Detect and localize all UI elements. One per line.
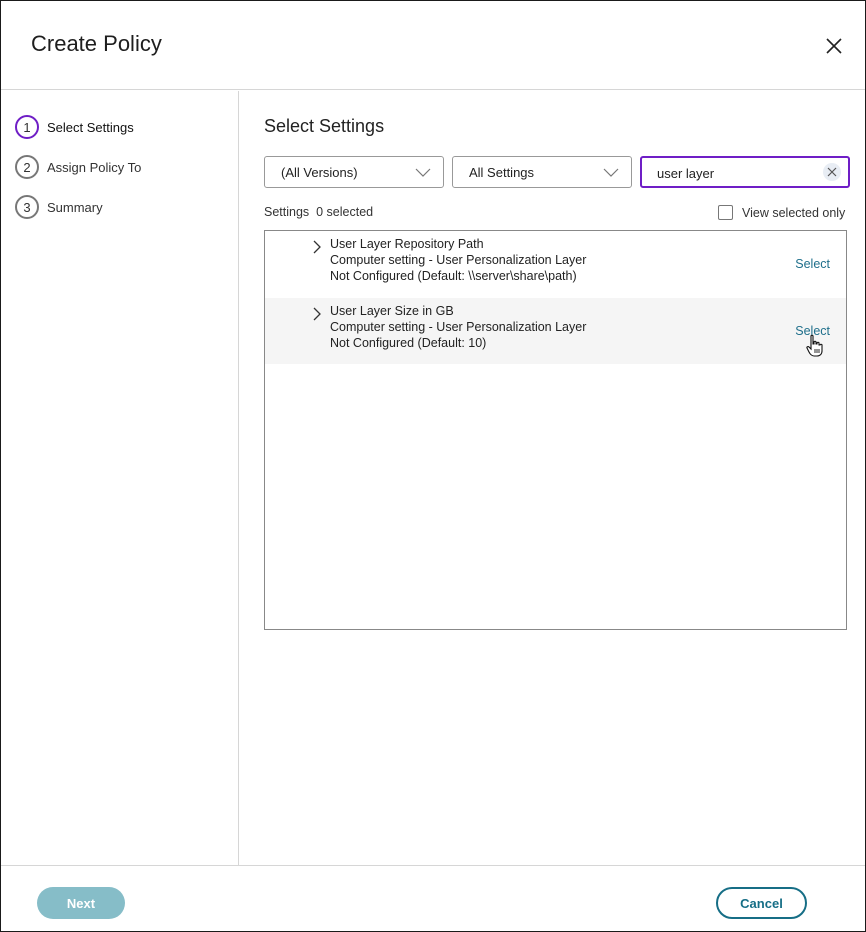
setting-name: User Layer Repository Path (330, 237, 484, 251)
step-label: Summary (47, 199, 103, 215)
cancel-button[interactable]: Cancel (716, 887, 807, 919)
next-button[interactable]: Next (37, 887, 125, 919)
step-number-badge: 1 (15, 115, 39, 139)
selected-count: 0 selected (316, 205, 374, 219)
version-filter-dropdown[interactable]: (All Versions) (264, 156, 444, 188)
search-field (640, 156, 850, 188)
wizard-steps: 1 Select Settings 2 Assign Policy To 3 S… (1, 91, 239, 865)
setting-category: Computer setting - User Personalization … (330, 320, 587, 334)
select-link[interactable]: Select (795, 257, 830, 271)
create-policy-dialog: Create Policy 1 Select Settings 2 Assign… (0, 0, 866, 932)
search-input[interactable] (657, 163, 817, 183)
step-assign-policy-to[interactable]: 2 Assign Policy To (15, 155, 141, 179)
close-icon[interactable] (823, 35, 845, 57)
setting-category: Computer setting - User Personalization … (330, 253, 587, 267)
view-selected-only-label: View selected only (742, 205, 846, 220)
settings-filter-dropdown[interactable]: All Settings (452, 156, 632, 188)
hand-pointer-cursor-icon (805, 334, 825, 358)
step-number-badge: 3 (15, 195, 39, 219)
step-number-badge: 2 (15, 155, 39, 179)
setting-name: User Layer Size in GB (330, 304, 454, 318)
step-summary[interactable]: 3 Summary (15, 195, 103, 219)
checkbox-box[interactable] (718, 205, 733, 220)
dialog-footer: Next Cancel (1, 865, 865, 932)
chevron-down-icon (603, 166, 619, 178)
setting-row[interactable]: User Layer Size in GB Computer setting -… (265, 298, 846, 364)
version-filter-value: (All Versions) (281, 164, 358, 180)
settings-label: Settings (264, 205, 310, 219)
dialog-header: Create Policy (1, 1, 865, 90)
settings-filter-value: All Settings (469, 164, 535, 180)
chevron-right-icon[interactable] (311, 307, 323, 321)
setting-state: Not Configured (Default: \\server\share\… (330, 269, 577, 283)
chevron-right-icon[interactable] (311, 240, 323, 254)
chevron-down-icon (415, 166, 431, 178)
setting-state: Not Configured (Default: 10) (330, 336, 487, 350)
settings-list: User Layer Repository Path Computer sett… (264, 230, 847, 630)
clear-icon[interactable] (823, 163, 841, 181)
view-selected-only-checkbox[interactable]: View selected only (718, 205, 845, 220)
section-title: Select Settings (264, 116, 385, 136)
setting-details: User Layer Size in GB Computer setting -… (330, 303, 586, 351)
step-select-settings[interactable]: 1 Select Settings (15, 115, 134, 139)
setting-row[interactable]: User Layer Repository Path Computer sett… (265, 231, 846, 297)
dialog-title: Create Policy (31, 31, 162, 56)
settings-count: Settings 0 selected (264, 205, 373, 219)
setting-details: User Layer Repository Path Computer sett… (330, 236, 586, 284)
step-label: Assign Policy To (47, 159, 142, 175)
step-label: Select Settings (47, 119, 134, 135)
